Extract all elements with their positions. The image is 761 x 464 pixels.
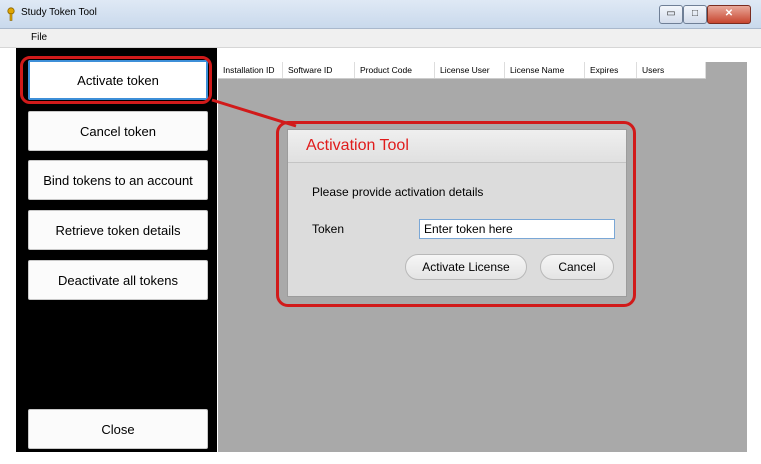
token-input[interactable] [419, 219, 615, 239]
dialog-title: Activation Tool [306, 137, 409, 154]
cancel-button[interactable]: Cancel [540, 254, 614, 280]
activate-license-button[interactable]: Activate License [405, 254, 527, 280]
dialog-header: Activation Tool [288, 130, 626, 163]
activation-dialog: Activation Tool Please provide activatio… [287, 129, 627, 297]
dialog-prompt: Please provide activation details [312, 185, 484, 199]
token-label: Token [312, 222, 345, 236]
